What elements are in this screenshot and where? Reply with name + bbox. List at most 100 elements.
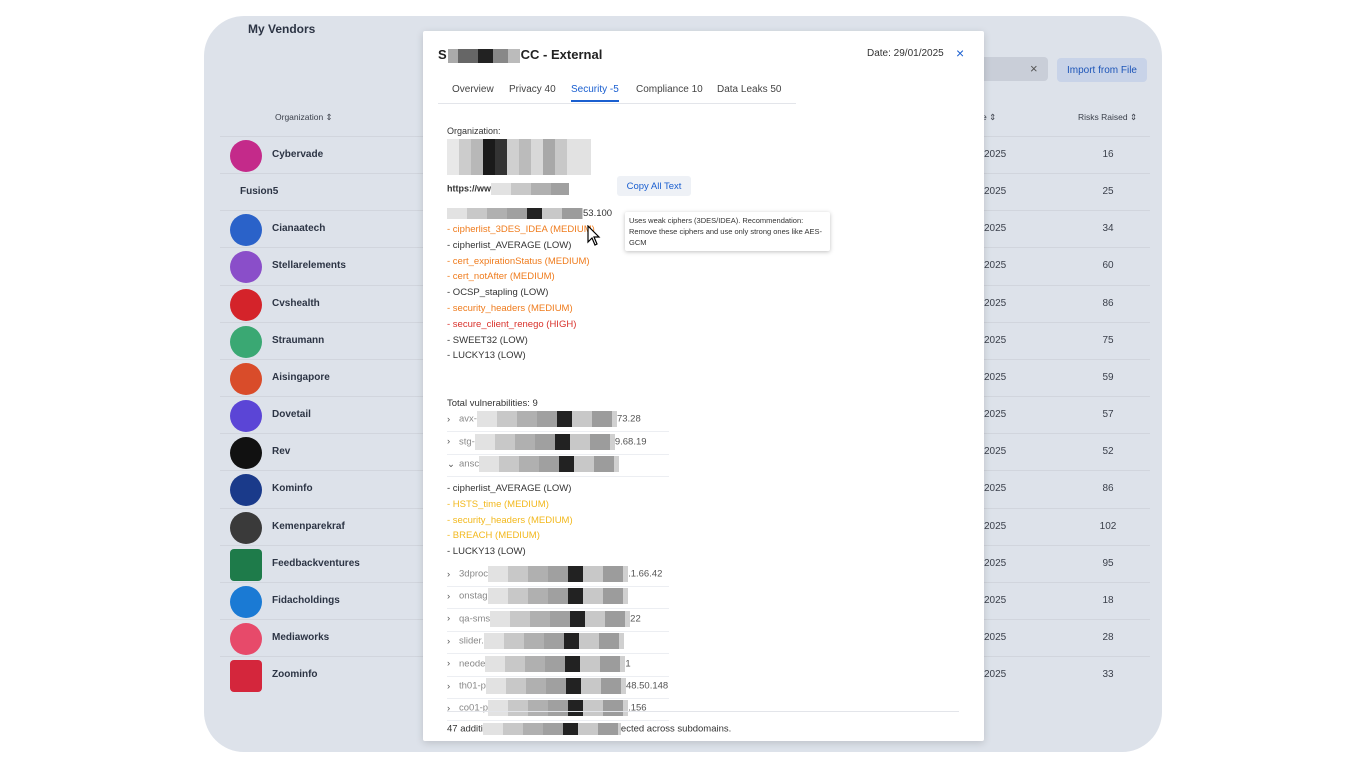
vendor-name[interactable]: Kominfo bbox=[272, 483, 313, 494]
finding-item[interactable]: - cert_notAfter (MEDIUM) bbox=[447, 271, 555, 282]
subdomain-prefix: 3dproc bbox=[459, 568, 489, 580]
finding-item[interactable]: - cipherlist_3DES_IDEA (MEDIUM) bbox=[447, 224, 595, 235]
vendor-date: 2025 bbox=[984, 149, 1007, 160]
redacted-block bbox=[447, 208, 583, 219]
organization-label: Organization: bbox=[447, 126, 501, 136]
column-header-organization[interactable]: Organization ⇕ bbox=[275, 112, 333, 123]
subdomain-prefix: neode bbox=[459, 658, 486, 670]
vendor-date: 2025 bbox=[984, 446, 1007, 458]
finding-item[interactable]: - HSTS_time (MEDIUM) bbox=[447, 499, 549, 510]
subdomain-row[interactable]: › th01-p 48.50.148 bbox=[447, 678, 669, 699]
subdomain-row[interactable]: › stg- 9.68.19 bbox=[447, 433, 669, 455]
subdomain-prefix: qa-sms bbox=[459, 613, 491, 625]
modal-title-suffix: CC - External bbox=[520, 47, 603, 62]
subdomain-row[interactable]: › onstag bbox=[447, 588, 669, 610]
divider bbox=[447, 711, 959, 712]
vendor-logo bbox=[230, 288, 262, 321]
tab-security[interactable]: Security -5 bbox=[571, 84, 619, 102]
vendor-name[interactable]: Zoominfo bbox=[272, 669, 318, 680]
vendor-logo bbox=[230, 511, 262, 544]
vendor-logo bbox=[230, 622, 262, 655]
url-prefix: https://ww bbox=[447, 183, 491, 194]
vendor-risks: 75 bbox=[1102, 334, 1114, 346]
clear-search-icon[interactable]: × bbox=[1030, 61, 1038, 76]
tab-compliance[interactable]: Compliance 10 bbox=[636, 84, 703, 95]
column-header-risks[interactable]: Risks Raised ⇕ bbox=[1078, 112, 1137, 123]
tab-overview[interactable]: Overview bbox=[452, 84, 494, 95]
finding-item[interactable]: - security_headers (MEDIUM) bbox=[447, 303, 573, 314]
close-icon[interactable]: × bbox=[956, 45, 964, 61]
redacted-block bbox=[490, 610, 631, 627]
subdomain-row[interactable]: › avx- 73.28 bbox=[447, 411, 669, 432]
vendor-logo bbox=[230, 362, 262, 395]
redacted-block bbox=[474, 433, 615, 450]
finding-item[interactable]: - cipherlist_AVERAGE (LOW) bbox=[447, 483, 571, 494]
column-header-date[interactable]: e ⇕ bbox=[982, 112, 996, 123]
finding-item[interactable]: - secure_client_renego (HIGH) bbox=[447, 319, 576, 330]
vendor-date: 2025 bbox=[984, 371, 1007, 383]
vendor-logo bbox=[230, 660, 262, 693]
tab-privacy[interactable]: Privacy 40 bbox=[509, 84, 556, 95]
redacted-block bbox=[447, 48, 520, 63]
vendor-name[interactable]: Cvshealth bbox=[272, 298, 320, 309]
finding-item[interactable]: - SWEET32 (LOW) bbox=[447, 335, 528, 346]
vendor-date: 2025 bbox=[984, 409, 1007, 421]
chevron-right-icon[interactable]: › bbox=[447, 703, 459, 714]
chevron-right-icon[interactable]: › bbox=[447, 591, 459, 602]
vendor-date: 2025 bbox=[984, 186, 1007, 198]
finding-item[interactable]: - cipherlist_AVERAGE (LOW) bbox=[447, 240, 571, 251]
vendor-date: 2025 bbox=[984, 520, 1007, 532]
chevron-right-icon[interactable]: › bbox=[447, 613, 459, 624]
vendor-name[interactable]: Fidacholdings bbox=[272, 595, 340, 606]
host-1-address[interactable]: 53.100 bbox=[447, 208, 612, 219]
finding-tooltip: Uses weak ciphers (3DES/IDEA). Recommend… bbox=[625, 212, 830, 251]
finding-item[interactable]: - BREACH (MEDIUM) bbox=[447, 530, 540, 541]
subdomain-row[interactable]: ⌄ ansc bbox=[447, 456, 669, 477]
chevron-right-icon[interactable]: › bbox=[447, 436, 459, 447]
vendor-name[interactable]: Kemenparekraf bbox=[272, 521, 345, 532]
subdomain-row[interactable]: › qa-sms 22 bbox=[447, 610, 669, 632]
vendor-name[interactable]: Aisingapore bbox=[272, 372, 330, 383]
redacted-block bbox=[485, 655, 626, 672]
finding-item[interactable]: - OCSP_stapling (LOW) bbox=[447, 287, 548, 298]
vendor-risks: 102 bbox=[1099, 520, 1117, 532]
vendor-date: 2025 bbox=[984, 334, 1007, 346]
vendor-name[interactable]: Stellarelements bbox=[272, 260, 346, 271]
redacted-block bbox=[491, 183, 569, 195]
vendor-name[interactable]: Fusion5 bbox=[240, 186, 278, 197]
finding-item[interactable]: - cert_expirationStatus (MEDIUM) bbox=[447, 256, 590, 267]
vendor-name[interactable]: Feedbackventures bbox=[272, 558, 360, 569]
vendor-logo bbox=[230, 251, 262, 284]
chevron-right-icon[interactable]: › bbox=[447, 681, 459, 692]
subdomain-suffix: 73.28 bbox=[616, 413, 641, 425]
vendor-name[interactable]: Rev bbox=[272, 446, 290, 457]
finding-item[interactable]: - LUCKY13 (LOW) bbox=[447, 350, 526, 361]
subdomain-row[interactable]: › 3dproc .1.66.42 bbox=[447, 566, 669, 587]
vendor-name[interactable]: Straumann bbox=[272, 335, 324, 346]
finding-item[interactable]: - LUCKY13 (LOW) bbox=[447, 546, 526, 557]
vendor-name[interactable]: Mediaworks bbox=[272, 632, 329, 643]
vendor-risks: 95 bbox=[1102, 557, 1114, 569]
subdomain-row[interactable]: › neode 1 bbox=[447, 655, 669, 677]
chevron-right-icon[interactable]: › bbox=[447, 569, 459, 580]
vendor-logo bbox=[230, 214, 262, 247]
copy-all-text-button[interactable]: Copy All Text bbox=[617, 176, 691, 196]
vendor-date: 2025 bbox=[984, 594, 1007, 606]
page-title: My Vendors bbox=[248, 22, 316, 36]
chevron-right-icon[interactable]: › bbox=[447, 636, 459, 647]
redacted-block bbox=[482, 723, 621, 735]
chevron-down-icon[interactable]: ⌄ bbox=[447, 459, 459, 470]
total-vulnerabilities: Total vulnerabilities: 9 bbox=[447, 398, 538, 409]
chevron-right-icon[interactable]: › bbox=[447, 658, 459, 669]
finding-item[interactable]: - security_headers (MEDIUM) bbox=[447, 515, 573, 526]
vendor-name[interactable]: Dovetail bbox=[272, 409, 311, 420]
vendor-name[interactable]: Cybervade bbox=[272, 149, 323, 160]
import-from-file-button[interactable]: Import from File bbox=[1057, 58, 1147, 82]
tab-data-leaks[interactable]: Data Leaks 50 bbox=[717, 84, 782, 95]
vendor-risks: 18 bbox=[1102, 594, 1114, 606]
vendor-risks: 16 bbox=[1102, 149, 1114, 160]
subdomain-row[interactable]: › slider. bbox=[447, 633, 669, 655]
redacted-block bbox=[485, 678, 626, 694]
vendor-name[interactable]: Cianaatech bbox=[272, 223, 325, 234]
chevron-right-icon[interactable]: › bbox=[447, 414, 459, 425]
